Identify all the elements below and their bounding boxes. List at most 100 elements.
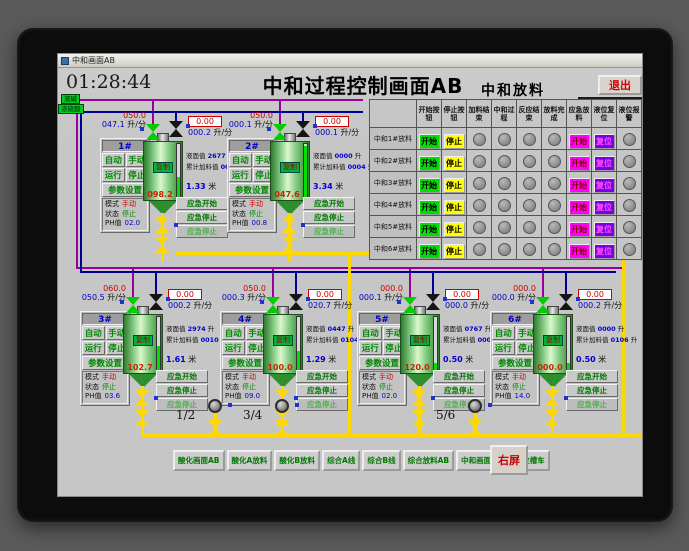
- emergency-discharge-button[interactable]: 开始: [568, 177, 590, 193]
- emergency-start-button[interactable]: 应急开始: [566, 370, 618, 383]
- level-gauge: [433, 316, 438, 372]
- vessel-tag: 复制: [153, 162, 173, 173]
- run-button[interactable]: 运行: [222, 341, 245, 355]
- emergency-stop-button[interactable]: 应急停止: [433, 384, 485, 397]
- tank-readouts: 液面值 0000 升 累计加料值 0106 升: [576, 325, 638, 344]
- level-reset-button[interactable]: 复位: [593, 199, 615, 215]
- pump-unit: 1/2: [176, 399, 236, 439]
- emergency-start-button[interactable]: 应急开始: [296, 370, 348, 383]
- mode-value: 手动: [512, 373, 526, 381]
- discharge-stop-button[interactable]: 停止: [443, 199, 465, 215]
- status-box: 模式 手动 状态 停止 PH值 00.8: [229, 198, 275, 231]
- clock: 01:28:44: [66, 71, 152, 93]
- interlock-marker-icon: [564, 396, 568, 400]
- vessel-tag: 复制: [280, 162, 300, 173]
- row-label: 中和5#放料: [369, 215, 417, 238]
- alkali-riser-pipe: [76, 99, 78, 269]
- discharge-done-lamp: [547, 177, 561, 190]
- flow-value: 000.1: [358, 293, 382, 302]
- level-reset-button[interactable]: 复位: [593, 133, 615, 149]
- mode-value: 手动: [249, 200, 263, 208]
- discharge-start-button[interactable]: 开始: [418, 221, 440, 237]
- emergency-stop-button[interactable]: 应急停止: [296, 384, 348, 397]
- discharge-stop-button[interactable]: 停止: [443, 177, 465, 193]
- flow-display-right: 0.00 000.2 升/分: [578, 289, 623, 310]
- pump-label: 1/2: [176, 408, 196, 422]
- level-reset-button[interactable]: 复位: [593, 221, 615, 237]
- flow-display-left: 060.0 050.5 升/分: [76, 284, 126, 302]
- emergency-stop-disabled-button[interactable]: 应急停止: [176, 225, 228, 238]
- emergency-start-button[interactable]: 应急开始: [433, 370, 485, 383]
- params-button[interactable]: 参数设置: [222, 356, 268, 370]
- emergency-stop-button[interactable]: 应急停止: [156, 384, 208, 397]
- auto-button[interactable]: 自动: [82, 326, 105, 340]
- emergency-start-button[interactable]: 应急开始: [303, 197, 355, 210]
- run-button[interactable]: 运行: [229, 168, 252, 182]
- params-button[interactable]: 参数设置: [102, 183, 148, 197]
- emergency-stop-disabled-button[interactable]: 应急停止: [566, 398, 618, 411]
- exit-button[interactable]: 退出: [598, 75, 642, 95]
- discharge-start-button[interactable]: 开始: [418, 243, 440, 259]
- auto-button[interactable]: 自动: [102, 153, 125, 167]
- discharge-start-button[interactable]: 开始: [418, 177, 440, 193]
- nav-button[interactable]: 酸化A放料: [226, 450, 273, 471]
- params-button[interactable]: 参数设置: [492, 356, 538, 370]
- emergency-stop-button[interactable]: 应急停止: [566, 384, 618, 397]
- level-reset-button[interactable]: 复位: [593, 243, 615, 259]
- emergency-stop-disabled-button[interactable]: 应急停止: [303, 225, 355, 238]
- nav-button[interactable]: 综合放料AB: [402, 450, 455, 471]
- nav-button[interactable]: 综合A线: [322, 450, 361, 471]
- emergency-stop-disabled-button[interactable]: 应急停止: [296, 398, 348, 411]
- emergency-stop-button[interactable]: 应急停止: [176, 211, 228, 224]
- divider: [578, 97, 642, 99]
- discharge-stop-button[interactable]: 停止: [443, 221, 465, 237]
- level-alarm-lamp: [622, 155, 636, 168]
- discharge-start-button[interactable]: 开始: [418, 155, 440, 171]
- drain-valve-icon: [412, 390, 426, 406]
- run-button[interactable]: 运行: [82, 341, 105, 355]
- right-screen-button[interactable]: 右屏: [490, 445, 528, 475]
- discharge-start-button[interactable]: 开始: [418, 133, 440, 149]
- discharge-stop-button[interactable]: 停止: [443, 243, 465, 259]
- nav-button[interactable]: 综合B线: [362, 450, 401, 471]
- auto-button[interactable]: 自动: [222, 326, 245, 340]
- emergency-discharge-button[interactable]: 开始: [568, 133, 590, 149]
- tank-unit: 000.0 000.0 升/分 0.00 000.2 升/分 6# 自动 手动 …: [486, 284, 638, 444]
- feed-end-lamp: [472, 155, 486, 168]
- vessel-tag: 复制: [410, 335, 430, 346]
- volume-value: 0447: [327, 325, 346, 333]
- flow-display-left: 000.0 000.1 升/分: [353, 284, 403, 302]
- window-titlebar[interactable]: 中和画面AB: [58, 54, 642, 68]
- level-reset-button[interactable]: 复位: [593, 155, 615, 171]
- col-header: 应急放料: [566, 99, 592, 128]
- feed-end-lamp: [472, 199, 486, 212]
- params-button[interactable]: 参数设置: [359, 356, 405, 370]
- params-button[interactable]: 参数设置: [82, 356, 128, 370]
- tank-id: 3#: [82, 313, 128, 325]
- auto-button[interactable]: 自动: [359, 326, 382, 340]
- level-value: 0.50 米: [443, 355, 474, 364]
- emergency-stop-button[interactable]: 应急停止: [303, 211, 355, 224]
- emergency-start-button[interactable]: 应急开始: [176, 197, 228, 210]
- auto-button[interactable]: 自动: [492, 326, 515, 340]
- emergency-start-button[interactable]: 应急开始: [156, 370, 208, 383]
- discharge-start-button[interactable]: 开始: [418, 199, 440, 215]
- volume-value: 2974: [187, 325, 206, 333]
- nav-button[interactable]: 酸化画面AB: [173, 450, 225, 471]
- nav-button[interactable]: 酸化B放料: [274, 450, 321, 471]
- auto-button[interactable]: 自动: [229, 153, 252, 167]
- emergency-discharge-button[interactable]: 开始: [568, 155, 590, 171]
- level-reset-button[interactable]: 复位: [593, 177, 615, 193]
- emergency-discharge-button[interactable]: 开始: [568, 221, 590, 237]
- run-button[interactable]: 运行: [492, 341, 515, 355]
- interlock-marker-icon: [166, 297, 170, 301]
- emergency-discharge-button[interactable]: 开始: [568, 199, 590, 215]
- run-button[interactable]: 运行: [359, 341, 382, 355]
- params-button[interactable]: 参数设置: [229, 183, 275, 197]
- col-header: 加料结束: [466, 99, 492, 128]
- vessel-value: 098.2: [147, 190, 173, 199]
- discharge-stop-button[interactable]: 停止: [443, 155, 465, 171]
- discharge-stop-button[interactable]: 停止: [443, 133, 465, 149]
- emergency-discharge-button[interactable]: 开始: [568, 243, 590, 259]
- run-button[interactable]: 运行: [102, 168, 125, 182]
